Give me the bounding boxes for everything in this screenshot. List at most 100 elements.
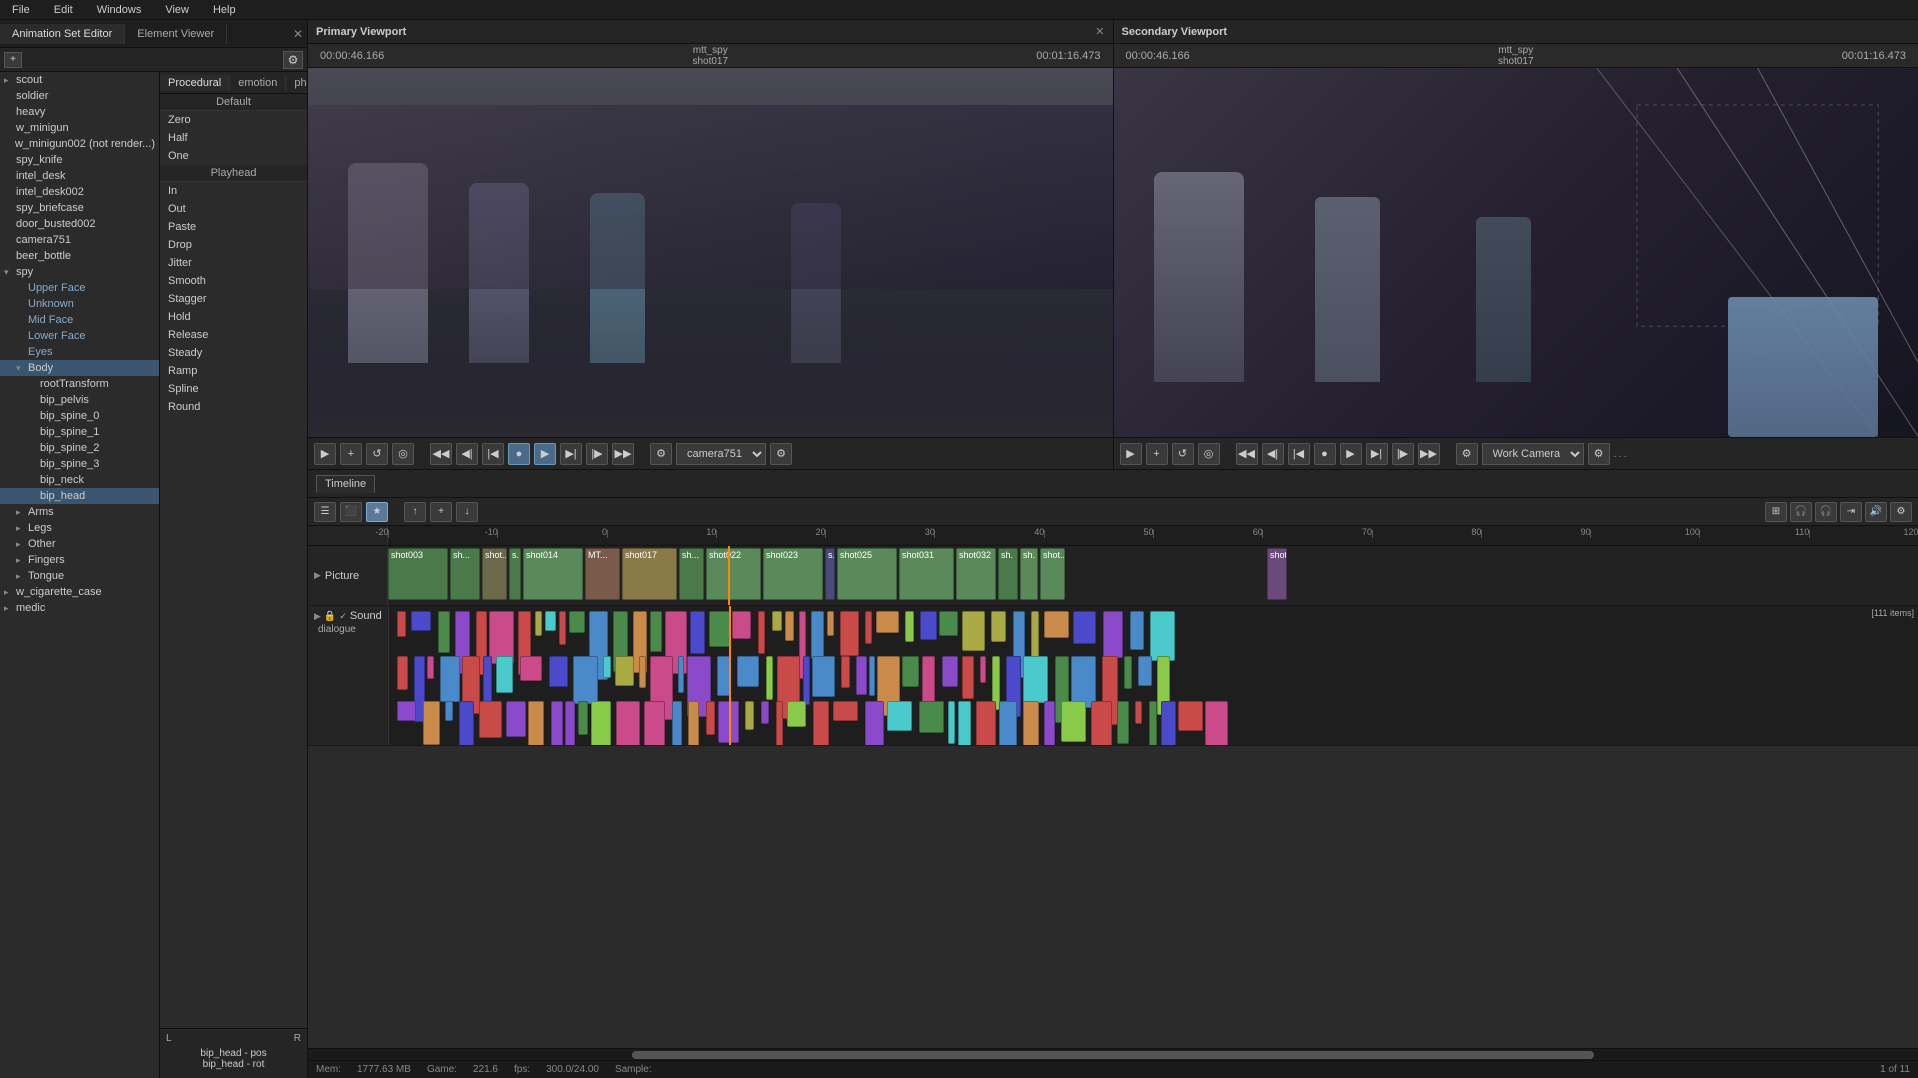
frame-back-btn[interactable]: ◀| bbox=[456, 443, 478, 465]
sound-block-r2-13[interactable] bbox=[672, 701, 682, 745]
sound-block-r2-36[interactable] bbox=[1149, 701, 1157, 745]
sound-block-r1-22[interactable] bbox=[841, 656, 850, 688]
sound-block-r2-25[interactable] bbox=[919, 701, 944, 733]
sound-block-r1-6[interactable] bbox=[496, 656, 513, 693]
sound-block-r2-21[interactable] bbox=[813, 701, 829, 745]
camera-settings-btn[interactable]: ⚙ bbox=[770, 443, 792, 465]
sec-go-end-btn[interactable]: ▶| bbox=[1366, 443, 1388, 465]
picture-expand-icon[interactable]: ▶ bbox=[314, 570, 321, 581]
emotion-list[interactable]: DefaultZeroHalfOnePlayheadInOutPasteDrop… bbox=[160, 94, 307, 1028]
sound-expand-icon[interactable]: ▶ bbox=[314, 611, 321, 622]
tree-item-unknown[interactable]: Unknown bbox=[0, 296, 159, 312]
shot-block-1[interactable]: sh... bbox=[450, 548, 480, 600]
tree-item-camera751[interactable]: camera751 bbox=[0, 232, 159, 248]
shot-block-0[interactable]: shot003 bbox=[388, 548, 448, 600]
menu-help[interactable]: Help bbox=[209, 2, 240, 18]
sound-block-r2-1[interactable] bbox=[423, 701, 440, 745]
sec-frame-back-btn[interactable]: ◀| bbox=[1262, 443, 1284, 465]
sound-track[interactable]: [111 items] bbox=[389, 606, 1918, 745]
tree-item-roottransform[interactable]: rootTransform bbox=[0, 376, 159, 392]
primary-viewport-close[interactable]: ✕ bbox=[1095, 25, 1104, 38]
emotion-item-release[interactable]: Release bbox=[160, 326, 307, 344]
sec-frame-fwd-btn[interactable]: |▶ bbox=[1392, 443, 1414, 465]
tab-element-viewer[interactable]: Element Viewer bbox=[125, 24, 227, 44]
shot-block-10[interactable]: s. bbox=[825, 548, 835, 600]
sec-step-back-btn[interactable]: ◀◀ bbox=[1236, 443, 1258, 465]
sound-block-r1-0[interactable] bbox=[397, 656, 408, 690]
tree-item-medic[interactable]: ▸medic bbox=[0, 600, 159, 616]
sound-block-r1-26[interactable] bbox=[902, 656, 919, 687]
tl-headphones1-btn[interactable]: 🎧 bbox=[1790, 502, 1812, 522]
sound-block-r1-18[interactable] bbox=[766, 656, 773, 700]
sound-block-r0-2[interactable] bbox=[438, 611, 450, 653]
sound-block-r2-5[interactable] bbox=[506, 701, 526, 737]
tab-phoneme[interactable]: phoneme bbox=[286, 75, 307, 91]
emotion-item-one[interactable]: One bbox=[160, 147, 307, 165]
menu-windows[interactable]: Windows bbox=[93, 2, 146, 18]
shot-block-9[interactable]: shot023 bbox=[763, 548, 823, 600]
sec-record-inactive-btn[interactable]: ● bbox=[1314, 443, 1336, 465]
tl-delete-btn[interactable]: ↓ bbox=[456, 502, 478, 522]
sound-block-r0-21[interactable] bbox=[785, 611, 794, 641]
sec-record-btn[interactable]: ◎ bbox=[1198, 443, 1220, 465]
sound-block-r2-4[interactable] bbox=[479, 701, 502, 738]
menu-file[interactable]: File bbox=[8, 2, 34, 18]
sound-block-r1-28[interactable] bbox=[942, 656, 958, 687]
sound-block-r1-30[interactable] bbox=[980, 656, 986, 683]
sound-check[interactable]: ✓ bbox=[339, 611, 347, 622]
tree-item-arms[interactable]: ▸Arms bbox=[0, 504, 159, 520]
refresh-btn[interactable]: ↺ bbox=[366, 443, 388, 465]
tree-item-door_busted002[interactable]: door_busted002 bbox=[0, 216, 159, 232]
shot-block-13[interactable]: shot032 bbox=[956, 548, 996, 600]
sound-block-r2-35[interactable] bbox=[1135, 701, 1142, 724]
sound-block-r0-14[interactable] bbox=[650, 611, 662, 652]
tl-vol-btn[interactable]: 🔊 bbox=[1865, 502, 1887, 522]
sound-block-r1-2[interactable] bbox=[427, 656, 434, 679]
sound-block-r0-24[interactable] bbox=[827, 611, 834, 636]
sound-block-r2-38[interactable] bbox=[1178, 701, 1203, 731]
sound-block-r2-20[interactable] bbox=[787, 701, 806, 727]
sound-block-r1-16[interactable] bbox=[717, 656, 730, 696]
sec-refresh-btn[interactable]: ↺ bbox=[1172, 443, 1194, 465]
sound-block-r2-8[interactable] bbox=[565, 701, 575, 745]
shot-block-16[interactable]: shot... bbox=[1040, 548, 1065, 600]
sound-block-r1-9[interactable] bbox=[573, 656, 598, 704]
tree-item-bip_spine_1[interactable]: bip_spine_1 bbox=[0, 424, 159, 440]
sound-block-r2-39[interactable] bbox=[1205, 701, 1228, 745]
shot-block-17[interactable]: shot40 bbox=[1267, 548, 1287, 600]
sound-block-r0-1[interactable] bbox=[411, 611, 431, 631]
sound-block-r0-30[interactable] bbox=[939, 611, 958, 636]
sound-lock-icon[interactable]: 🔒 bbox=[324, 611, 336, 622]
sound-block-r1-17[interactable] bbox=[737, 656, 759, 687]
sound-block-r0-18[interactable] bbox=[732, 611, 751, 639]
sound-block-r0-27[interactable] bbox=[876, 611, 899, 633]
step-back-btn[interactable]: ◀◀ bbox=[430, 443, 452, 465]
sound-block-r2-17[interactable] bbox=[745, 701, 754, 730]
shot-block-12[interactable]: shot031 bbox=[899, 548, 954, 600]
shot-block-11[interactable]: shot025 bbox=[837, 548, 897, 600]
tree-item-other[interactable]: ▸Other bbox=[0, 536, 159, 552]
sound-block-r0-7[interactable] bbox=[535, 611, 542, 636]
go-start-btn[interactable]: |◀ bbox=[482, 443, 504, 465]
sound-block-r2-33[interactable] bbox=[1091, 701, 1112, 745]
sound-block-r1-3[interactable] bbox=[440, 656, 460, 702]
record-btn[interactable]: ◎ bbox=[392, 443, 414, 465]
sound-block-r1-24[interactable] bbox=[869, 656, 875, 696]
sound-block-r0-23[interactable] bbox=[811, 611, 824, 659]
sound-block-r2-29[interactable] bbox=[999, 701, 1017, 745]
sound-block-r2-18[interactable] bbox=[761, 701, 769, 724]
tl-insert-btn[interactable]: + bbox=[430, 502, 452, 522]
shot-block-5[interactable]: MT... bbox=[585, 548, 620, 600]
sound-block-r2-10[interactable] bbox=[591, 701, 611, 745]
sound-block-r0-20[interactable] bbox=[772, 611, 782, 631]
primary-viewport-canvas[interactable] bbox=[308, 68, 1113, 437]
timeline-scrollbar[interactable] bbox=[308, 1048, 1918, 1060]
sound-block-r0-10[interactable] bbox=[569, 611, 585, 633]
sound-block-r2-31[interactable] bbox=[1044, 701, 1055, 745]
sound-block-r2-9[interactable] bbox=[578, 701, 588, 735]
tab-animation-set-editor[interactable]: Animation Set Editor bbox=[0, 24, 125, 44]
panel-close-icon[interactable]: ✕ bbox=[293, 27, 303, 41]
sound-block-r2-0[interactable] bbox=[397, 701, 416, 721]
sound-block-r0-19[interactable] bbox=[758, 611, 765, 654]
sound-block-r1-33[interactable] bbox=[1023, 656, 1048, 703]
